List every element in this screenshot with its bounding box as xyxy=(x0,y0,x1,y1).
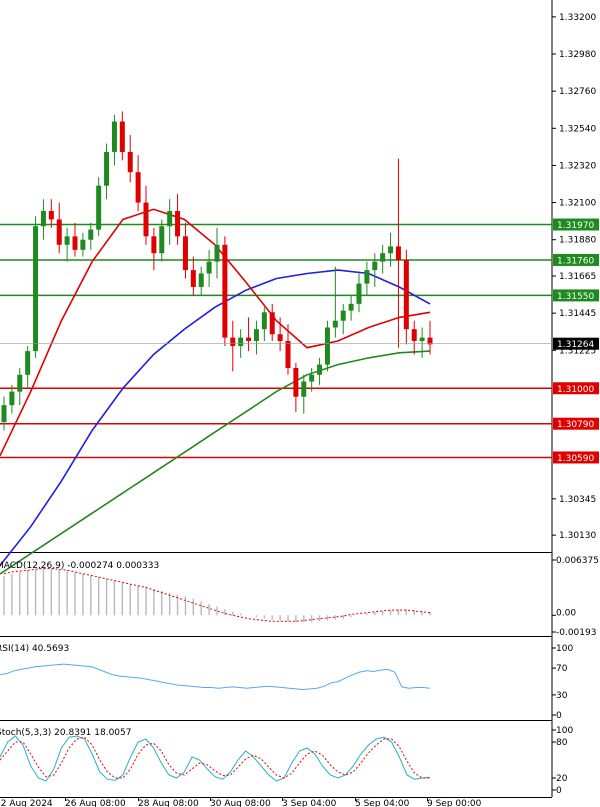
candle-body xyxy=(182,236,188,271)
candle-body xyxy=(159,226,165,254)
price-tick-label: 1.32760 xyxy=(559,87,596,97)
candle-body xyxy=(261,312,267,330)
time-tick-label: 30 Aug 08:00 xyxy=(210,799,271,807)
candle-body xyxy=(230,337,236,347)
candle-body xyxy=(88,229,94,240)
time-tick-label: 28 Aug 08:00 xyxy=(138,799,199,807)
candle-body xyxy=(1,405,7,423)
macd-tick-label: 0.00 xyxy=(556,608,576,618)
candle-body xyxy=(395,246,401,260)
level-tag-label: 1.30590 xyxy=(557,454,594,464)
candle-body xyxy=(33,226,39,352)
rsi-pane xyxy=(0,639,552,720)
rsi-tick-label: 0 xyxy=(556,711,562,721)
candle-body xyxy=(238,337,244,347)
macd-tick-label: -0.00193 xyxy=(556,628,596,638)
candle-body xyxy=(25,351,31,375)
candle-body xyxy=(135,172,141,203)
candle-body xyxy=(151,236,157,254)
macd-tick-label: 0.006375 xyxy=(556,556,599,566)
level-tag-label: 1.31760 xyxy=(557,256,594,266)
candle-body xyxy=(388,246,394,254)
candle-body xyxy=(56,219,62,245)
candle-body xyxy=(277,334,283,341)
macd-label: MACD(12,26,9) -0.000274 0.000333 xyxy=(0,561,159,571)
candle-body xyxy=(167,211,173,227)
candle-body xyxy=(175,211,181,237)
candle-body xyxy=(206,261,212,274)
stoch-tick-label: 20 xyxy=(556,774,568,784)
time-tick-label: 22 Aug 2024 xyxy=(0,799,53,807)
level-tag-label: 1.31000 xyxy=(557,385,594,395)
candle-body xyxy=(127,151,133,173)
candle-body xyxy=(253,329,259,341)
candle-body xyxy=(293,368,299,397)
price-tick-label: 1.30130 xyxy=(559,531,596,541)
candle-body xyxy=(214,244,220,262)
rsi-tick-label: 70 xyxy=(556,664,568,674)
stoch-label: Stoch(5,3,3) 20.8391 18.0057 xyxy=(0,728,131,738)
candle-body xyxy=(380,253,386,262)
candle-body xyxy=(340,310,346,321)
rsi-tick-label: 30 xyxy=(556,691,568,701)
candle-body xyxy=(332,320,338,328)
candle-body xyxy=(143,202,149,237)
candle-body xyxy=(348,303,354,311)
candle-body xyxy=(17,374,23,392)
price-tick-label: 1.31665 xyxy=(559,272,596,282)
candle-body xyxy=(111,121,117,152)
price-tick-label: 1.31880 xyxy=(559,236,596,246)
current-price-label: 1.31264 xyxy=(557,340,594,350)
price-tick-label: 1.32320 xyxy=(559,161,596,171)
candle-body xyxy=(356,283,362,304)
candle-body xyxy=(96,185,102,230)
stoch-tick-label: 100 xyxy=(556,726,573,736)
candle-body xyxy=(104,151,110,186)
candle-body xyxy=(427,337,433,345)
candle-body xyxy=(119,121,125,152)
price-tick-label: 1.32980 xyxy=(559,50,596,60)
time-tick-label: 3 Sep 04:00 xyxy=(282,799,337,807)
time-tick-label: 26 Aug 08:00 xyxy=(65,799,126,807)
candle-body xyxy=(419,337,425,341)
candle-body xyxy=(403,259,409,330)
level-tag-label: 1.31970 xyxy=(557,221,594,231)
time-tick-label: 5 Sep 04:00 xyxy=(355,799,410,807)
price-tick-label: 1.32540 xyxy=(559,124,596,134)
candle-body xyxy=(246,337,252,341)
candle-body xyxy=(80,239,86,250)
candle-body xyxy=(269,312,275,335)
price-chart: 1.33200 1.32980 1.32760 1.32540 1.32320 1.321… xyxy=(0,0,599,807)
candle-body xyxy=(411,329,417,341)
price-pane xyxy=(0,0,552,552)
candle-body xyxy=(48,211,54,220)
candle-body xyxy=(64,236,70,245)
candle-body xyxy=(190,270,196,287)
candle-body xyxy=(222,244,228,338)
stoch-tick-label: 0 xyxy=(556,786,562,796)
time-tick-label: 9 Sep 00:00 xyxy=(427,799,482,807)
price-tick-label: 1.30345 xyxy=(559,495,596,505)
candle-body xyxy=(372,261,378,271)
price-tick-label: 1.32100 xyxy=(559,199,596,209)
rsi-label: RSI(14) 40.5693 xyxy=(0,644,69,654)
stoch-tick-label: 80 xyxy=(556,738,568,748)
price-tick-label: 1.33200 xyxy=(559,13,596,23)
level-tag-label: 1.31550 xyxy=(557,292,594,302)
candle-body xyxy=(9,391,15,406)
candle-body xyxy=(324,327,330,365)
candle-body xyxy=(198,273,204,287)
candle-body xyxy=(40,211,46,227)
price-tick-label: 1.31445 xyxy=(559,309,596,319)
candle-body xyxy=(364,270,370,284)
candle-body xyxy=(285,340,291,368)
rsi-tick-label: 100 xyxy=(556,644,573,654)
candle-body xyxy=(301,381,307,397)
level-tag-label: 1.30790 xyxy=(557,420,594,430)
candle-body xyxy=(317,364,323,375)
candle-body xyxy=(72,236,78,250)
candle-body xyxy=(309,374,315,382)
